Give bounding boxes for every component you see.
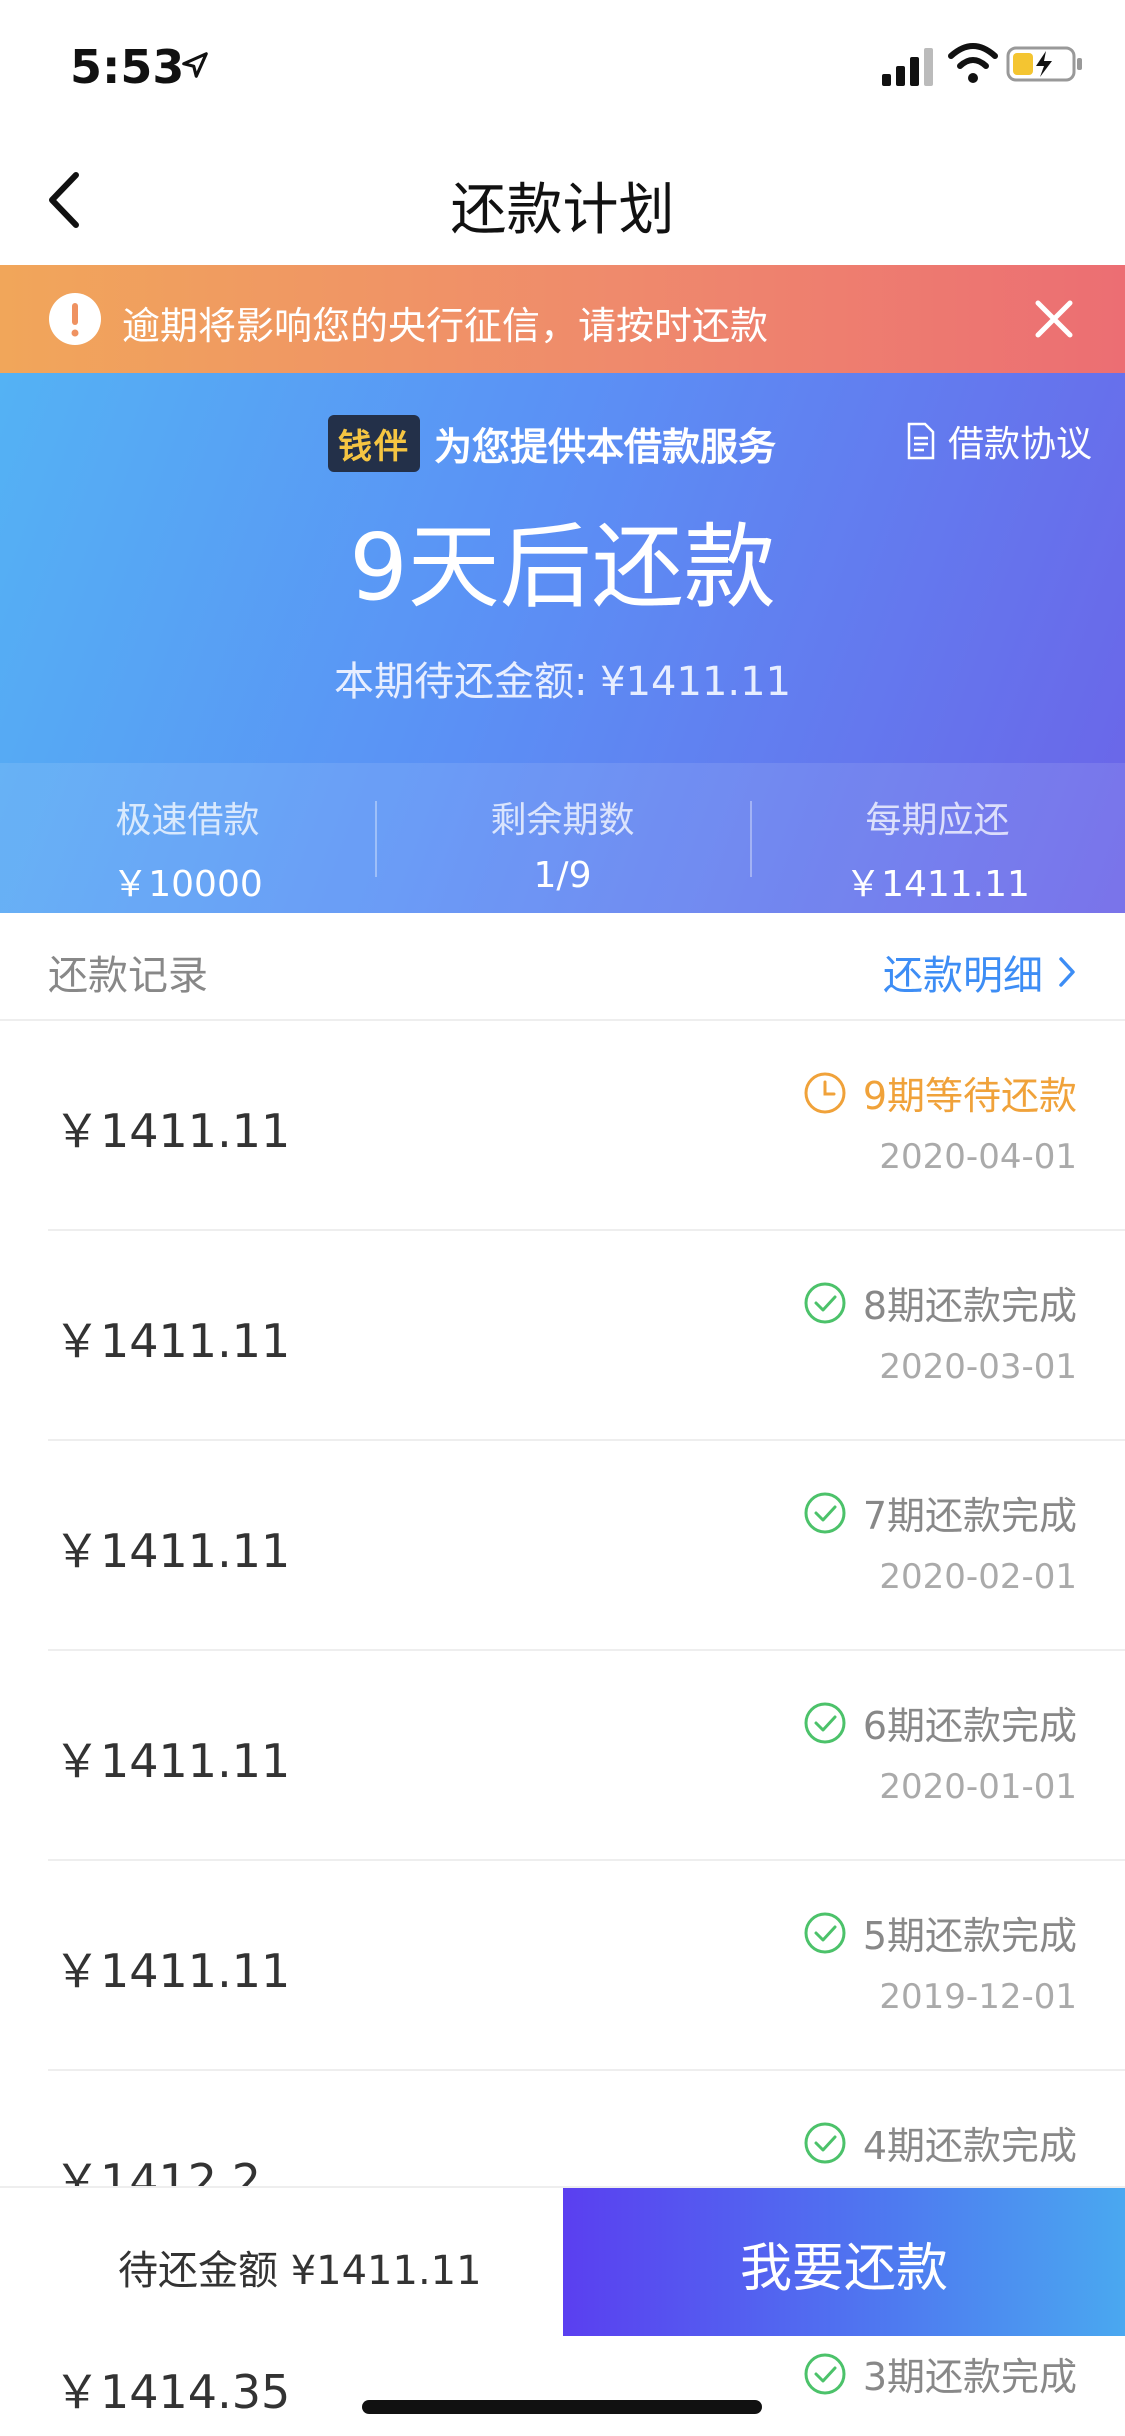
pending-amount-label: 待还金额 ¥1411.11 bbox=[118, 2248, 482, 2294]
stat-label: 每期应还 bbox=[865, 800, 1010, 841]
repayment-detail-link[interactable]: 还款明细 bbox=[883, 943, 1077, 1001]
stat-label: 剩余期数 bbox=[490, 800, 635, 841]
record-status: 9期等待还款 bbox=[803, 1065, 1077, 1120]
record-amount: ￥1411.11 bbox=[54, 1104, 291, 1158]
check-circle-icon bbox=[804, 1702, 846, 1743]
record-date: 2020-04-01 bbox=[879, 1137, 1077, 1177]
stat-value: 1/9 bbox=[533, 855, 592, 896]
cellular-signal-icon bbox=[882, 48, 933, 86]
record-status-text: 9期等待还款 bbox=[862, 1074, 1077, 1118]
stat-loan-amount: 极速借款 ￥10000 bbox=[0, 763, 375, 913]
record-amount: ￥1414.35 bbox=[54, 2365, 291, 2419]
record-status-text: 8期还款完成 bbox=[862, 1284, 1077, 1328]
records-header: 还款记录 还款明细 bbox=[0, 913, 1125, 1021]
record-amount: ￥1411.11 bbox=[54, 1524, 291, 1578]
loan-summary-card: 钱伴 为您提供本借款服务 借款协议 9天后还款 本期待还金额: ¥1411.11… bbox=[0, 373, 1125, 913]
record-date: 2020-03-01 bbox=[879, 1347, 1077, 1387]
record-status-text: 6期还款完成 bbox=[862, 1704, 1077, 1748]
clock-icon bbox=[804, 1072, 846, 1113]
home-indicator[interactable] bbox=[362, 2400, 762, 2414]
record-status: 8期还款完成 bbox=[803, 1275, 1077, 1330]
loan-agreement-link[interactable]: 借款协议 bbox=[906, 415, 1092, 467]
overdue-warning-banner: 逾期将影响您的央行征信，请按时还款 bbox=[0, 265, 1125, 373]
warning-text: 逾期将影响您的央行征信，请按时还款 bbox=[122, 304, 769, 348]
record-row[interactable]: ￥1411.11 6期还款完成 2020-01-01 bbox=[0, 1651, 1125, 1861]
record-status: 4期还款完成 bbox=[803, 2115, 1077, 2170]
record-status: 6期还款完成 bbox=[803, 1695, 1077, 1750]
stat-per-period: 每期应还 ￥1411.11 bbox=[750, 763, 1125, 913]
close-icon[interactable] bbox=[1028, 293, 1080, 345]
page-title: 还款计划 bbox=[450, 178, 675, 243]
record-date: 2020-02-01 bbox=[879, 1557, 1077, 1597]
battery-charging-icon bbox=[1006, 46, 1082, 82]
agreement-label: 借款协议 bbox=[948, 424, 1093, 465]
status-time: 5:53 bbox=[70, 40, 185, 94]
record-row[interactable]: ￥1411.11 9期等待还款 2020-04-01 bbox=[0, 1021, 1125, 1231]
check-circle-icon bbox=[804, 1282, 846, 1323]
records-title: 还款记录 bbox=[48, 953, 208, 999]
due-countdown: 9天后还款 bbox=[349, 514, 776, 621]
bottom-action-bar: 待还金额 ¥1411.11 我要还款 bbox=[0, 2186, 1125, 2338]
current-due-amount: 本期待还金额: ¥1411.11 bbox=[333, 659, 792, 705]
record-amount: ￥1411.11 bbox=[54, 1734, 291, 1788]
record-amount: ￥1411.11 bbox=[54, 1944, 291, 1998]
record-status-text: 4期还款完成 bbox=[862, 2124, 1077, 2168]
stat-value: ￥1411.11 bbox=[845, 864, 1030, 905]
stat-value: ￥10000 bbox=[112, 864, 263, 905]
record-date: 2020-01-01 bbox=[879, 1767, 1077, 1807]
loan-stats: 极速借款 ￥10000 剩余期数 1/9 每期应还 ￥1411.11 bbox=[0, 763, 1125, 913]
record-row[interactable]: ￥1411.11 8期还款完成 2020-03-01 bbox=[0, 1231, 1125, 1441]
record-date: 2019-12-01 bbox=[879, 1977, 1077, 2017]
chevron-right-icon bbox=[1059, 957, 1075, 987]
record-status-text: 7期还款完成 bbox=[862, 1494, 1077, 1538]
service-provider: 钱伴 为您提供本借款服务 bbox=[328, 413, 776, 473]
provider-text: 为您提供本借款服务 bbox=[434, 424, 777, 469]
repay-button[interactable]: 我要还款 bbox=[563, 2188, 1125, 2338]
check-circle-icon bbox=[804, 1912, 846, 1953]
record-status-text: 3期还款完成 bbox=[862, 2355, 1077, 2399]
check-circle-icon bbox=[804, 1492, 846, 1533]
record-status: 3期还款完成 bbox=[803, 2346, 1077, 2401]
repayment-record-list: ￥1411.11 9期等待还款 2020-04-01 ￥1411.11 8期还款… bbox=[0, 1021, 1125, 2281]
record-status: 7期还款完成 bbox=[803, 1485, 1077, 1540]
record-status: 5期还款完成 bbox=[803, 1905, 1077, 1960]
record-row[interactable]: ￥1414.35 3期还款完成 bbox=[0, 2336, 1125, 2436]
record-amount: ￥1411.11 bbox=[54, 1314, 291, 1368]
location-arrow-icon bbox=[182, 52, 208, 78]
alert-icon bbox=[49, 293, 101, 345]
record-row[interactable]: ￥1411.11 5期还款完成 2019-12-01 bbox=[0, 1861, 1125, 2071]
detail-link-label: 还款明细 bbox=[883, 953, 1043, 999]
document-icon bbox=[907, 422, 935, 460]
stat-remaining-periods: 剩余期数 1/9 bbox=[375, 763, 750, 913]
stat-label: 极速借款 bbox=[115, 800, 260, 841]
check-circle-icon bbox=[804, 2353, 846, 2394]
record-row[interactable]: ￥1411.11 7期还款完成 2020-02-01 bbox=[0, 1441, 1125, 1651]
nav-bar: 还款计划 bbox=[0, 135, 1125, 265]
check-circle-icon bbox=[804, 2122, 846, 2163]
wifi-icon bbox=[948, 43, 998, 83]
brand-logo: 钱伴 bbox=[328, 414, 420, 472]
record-status-text: 5期还款完成 bbox=[862, 1914, 1077, 1958]
status-bar: 5:53 bbox=[0, 0, 1125, 135]
